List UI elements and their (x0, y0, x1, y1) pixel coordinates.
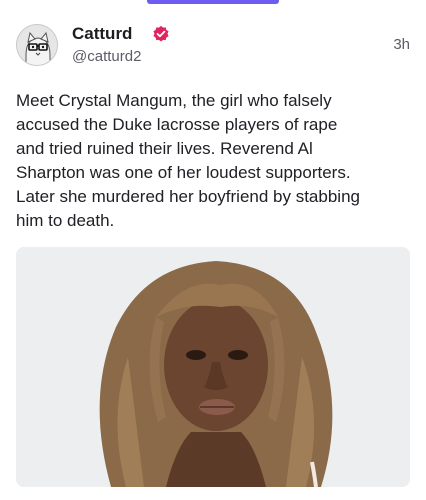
post-view: Catturd @catturd2 3h Meet Crystal Mangum… (0, 0, 426, 500)
post-body-text: Meet Crystal Mangum, the girl who falsel… (16, 91, 360, 230)
post-image[interactable] (16, 247, 410, 487)
avatar[interactable] (16, 24, 58, 66)
active-tab-indicator (147, 0, 279, 4)
author-handle[interactable]: @catturd2 (72, 48, 141, 66)
post-header: Catturd @catturd2 3h (16, 24, 410, 70)
author-name[interactable]: Catturd (72, 24, 132, 44)
cat-avatar-icon (17, 25, 57, 65)
portrait-photo (16, 247, 410, 487)
post-timestamp[interactable]: 3h (393, 36, 410, 53)
verified-badge-icon (153, 25, 169, 42)
